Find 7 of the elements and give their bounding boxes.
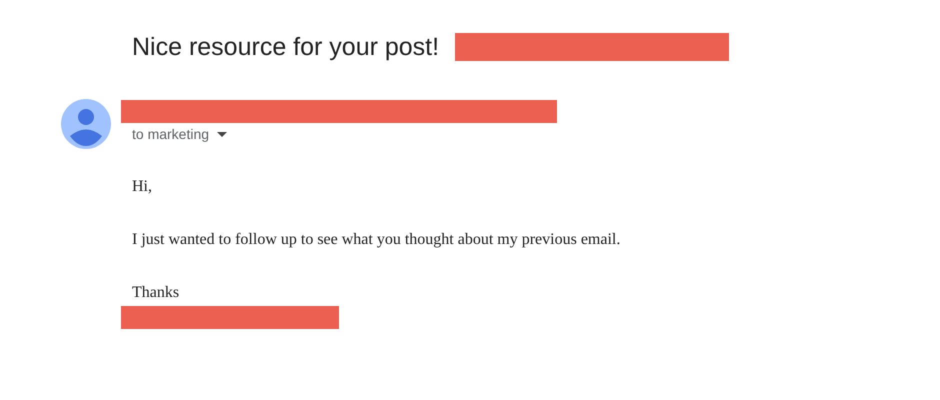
message-paragraph: Hi, [132,178,153,196]
message-paragraph: Thanks [132,284,180,302]
avatar-icon [61,99,111,149]
message-paragraph: I just wanted to follow up to see what you thought about my previous email. [132,231,622,249]
caret-icon[interactable] [217,132,228,136]
recipient-label: to marketing [132,126,210,142]
email-subject: Nice resource for your post! [132,32,440,62]
